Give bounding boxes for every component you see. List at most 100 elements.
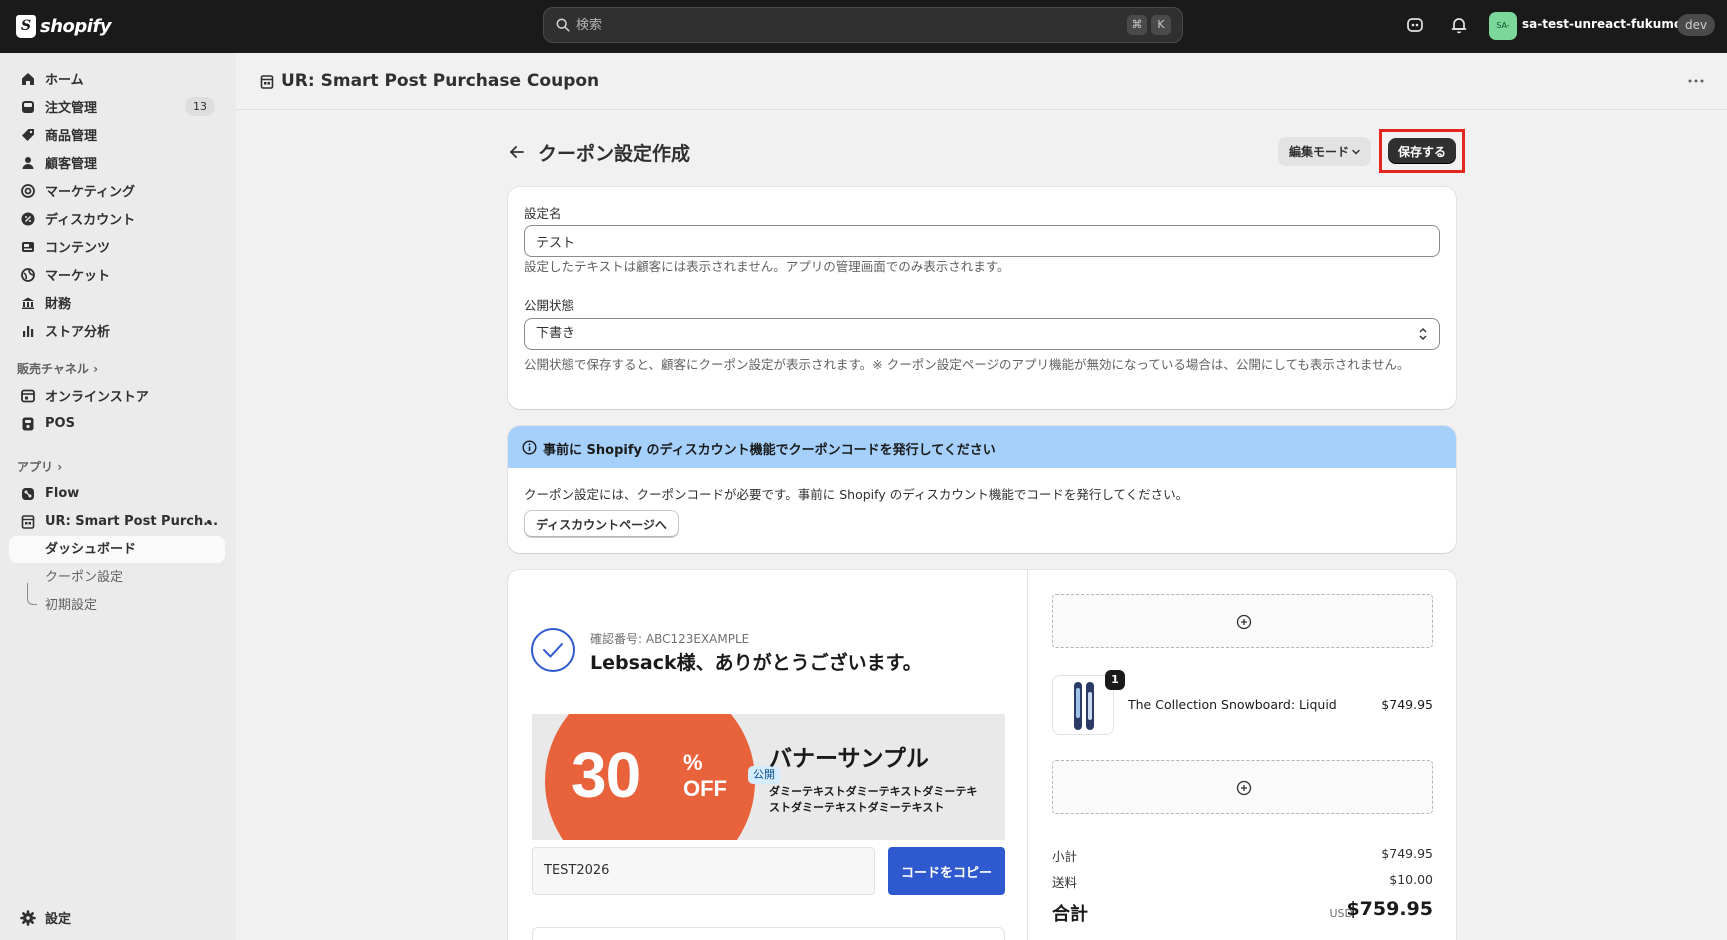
inbox-icon	[22, 100, 34, 113]
bell-icon[interactable]	[1449, 15, 1469, 35]
sidebar-item-customers[interactable]: 顧客管理	[9, 149, 225, 176]
sidebar-sub-coupon-settings[interactable]: クーポン設定	[9, 564, 225, 591]
content-icon	[22, 241, 34, 252]
order-summary-preview: 1 The Collection Snowboard: Liquid $749.…	[1028, 570, 1456, 940]
sidebar-item-orders[interactable]: 注文管理 13	[9, 93, 225, 120]
sidebar-item-markets[interactable]: マーケット	[9, 261, 225, 288]
confirmation-number: 確認番号: ABC123EXAMPLE	[590, 632, 750, 646]
quantity-badge: 1	[1105, 670, 1125, 690]
add-block-slot-bottom[interactable]	[1052, 760, 1433, 814]
store-icon	[21, 389, 35, 402]
notice-header: 事前に Shopify のディスカウント機能でクーポンコードを発行してください	[508, 426, 1456, 468]
top-bar: shopify ⌘ K SA- sa-test-unreact-fukumoto…	[0, 0, 1727, 53]
apps-label: アプリ	[17, 460, 54, 474]
sidebar-item-smart-coupon-app[interactable]: UR: Smart Post Purch...	[9, 508, 225, 535]
target-icon	[21, 183, 35, 198]
apps-header[interactable]: アプリ ›	[17, 458, 62, 475]
notice-body: クーポン設定には、クーポンコードが必要です。事前に Shopify のディスカウ…	[524, 487, 1189, 502]
sales-channels-label: 販売チャネル	[17, 362, 89, 376]
search-input[interactable]	[576, 8, 1046, 42]
shipping-label: 送料	[1052, 875, 1078, 890]
banner-body: ダミーテキストダミーテキストダミーテキストダミーテキストダミーテキスト	[769, 785, 978, 814]
search-bar[interactable]: ⌘ K	[543, 7, 1183, 43]
page-title: クーポン設定作成	[538, 143, 691, 165]
coupon-code-field[interactable]: TEST2026	[532, 847, 875, 895]
sidebar-item-label: 財務	[45, 297, 72, 312]
status-select[interactable]: 下書き	[524, 318, 1440, 350]
chart-icon	[23, 325, 34, 337]
sidebar-sub-initial-settings[interactable]: 初期設定	[9, 592, 225, 619]
logo-text: shopify	[40, 15, 112, 37]
sidebar-item-label: ストア分析	[45, 325, 111, 340]
sidebar-sub-dashboard[interactable]: ダッシュボード	[9, 536, 225, 563]
name-label: 設定名	[524, 206, 562, 221]
sales-channels-header[interactable]: 販売チャネル ›	[17, 360, 98, 377]
notice-title: 事前に Shopify のディスカウント機能でクーポンコードを発行してください	[543, 443, 996, 458]
sidebar-item-products[interactable]: 商品管理	[9, 121, 225, 148]
next-section-placeholder	[532, 927, 1005, 940]
shopify-bag-icon	[16, 14, 36, 38]
sidebar-item-online-store[interactable]: オンラインストア	[9, 382, 225, 409]
store-avatar[interactable]: SA-	[1489, 12, 1517, 40]
app-icon	[260, 75, 274, 89]
status-selected-value: 下書き	[536, 326, 576, 341]
sidebar-item-flow[interactable]: Flow	[9, 480, 225, 507]
app-title: UR: Smart Post Purchase Coupon	[281, 71, 600, 91]
sidebar-item-marketing[interactable]: マーケティング	[9, 177, 225, 204]
discount-number: 30	[571, 739, 641, 811]
setting-name-input[interactable]	[524, 225, 1440, 257]
edit-mode-label: 編集モード	[1289, 145, 1350, 159]
bank-icon	[22, 297, 34, 309]
edit-mode-button[interactable]: 編集モード	[1278, 137, 1371, 166]
sidebar-item-label: 商品管理	[45, 129, 98, 144]
product-price: $749.95	[1381, 697, 1433, 712]
orders-count-badge: 13	[185, 97, 215, 116]
sidebar-item-content[interactable]: コンテンツ	[9, 233, 225, 260]
subtotal-value: $749.95	[1381, 846, 1433, 861]
arrow-left-icon[interactable]	[508, 143, 526, 161]
banner-title: バナーサンプル	[769, 746, 929, 772]
chevron-right-icon: ›	[93, 362, 99, 376]
add-block-slot-top[interactable]	[1052, 594, 1433, 648]
globe-icon	[21, 267, 35, 282]
sidebar-item-discounts[interactable]: ディスカウント	[9, 205, 225, 232]
sidebar-item-finance[interactable]: 財務	[9, 289, 225, 316]
sidebar-item-label: ディスカウント	[45, 213, 136, 228]
sidebar-item-settings[interactable]: 設定	[9, 904, 225, 931]
save-button[interactable]: 保存する	[1388, 138, 1456, 164]
store-name[interactable]: sa-test-unreact-fukumoto	[1522, 17, 1696, 31]
sidebar-item-pos[interactable]: POS	[9, 410, 225, 437]
discount-icon	[21, 212, 35, 225]
sidebar-item-home[interactable]: ホーム	[9, 65, 225, 92]
copy-code-button[interactable]: コードをコピー	[888, 847, 1005, 895]
flow-icon	[22, 487, 34, 500]
chevron-down-icon	[1352, 149, 1360, 155]
shipping-value: $10.00	[1389, 872, 1433, 887]
discount-notice-card: 事前に Shopify のディスカウント機能でクーポンコードを発行してください …	[508, 426, 1456, 553]
info-icon	[522, 440, 537, 455]
status-label: 公開状態	[524, 298, 575, 313]
app-icon	[21, 514, 35, 529]
total-label: 合計	[1052, 904, 1088, 925]
sidebar-item-label: コンテンツ	[45, 241, 111, 256]
sidebar-item-label: UR: Smart Post Purch...	[45, 514, 219, 529]
preview-card: 確認番号: ABC123EXAMPLE Lebsack様、ありがとうございます。…	[508, 570, 1456, 940]
plus-circle-icon	[1236, 780, 1252, 796]
more-horizontal-icon[interactable]	[1688, 79, 1704, 83]
thank-you-heading: Lebsack様、ありがとうございます。	[590, 652, 922, 674]
home-icon	[22, 72, 34, 85]
subtotal-label: 小計	[1052, 849, 1078, 864]
page-header: クーポン設定作成 編集モード 保存する	[508, 128, 1465, 176]
sidebar-item-analytics[interactable]: ストア分析	[9, 317, 225, 344]
sidekick-icon[interactable]	[1405, 15, 1425, 35]
shopify-logo[interactable]: shopify	[16, 13, 112, 39]
sidebar-item-label: POS	[45, 416, 75, 431]
select-arrows-icon	[1419, 328, 1427, 340]
chevron-right-icon: ›	[57, 460, 63, 474]
total-value: $759.95	[1346, 898, 1433, 920]
pinned-dot	[207, 520, 211, 524]
go-to-discounts-button[interactable]: ディスカウントページへ	[524, 510, 679, 538]
sidebar-item-label: マーケット	[45, 269, 111, 284]
sidebar-item-label: オンラインストア	[45, 390, 149, 405]
checkmark-circle-icon	[531, 628, 575, 672]
